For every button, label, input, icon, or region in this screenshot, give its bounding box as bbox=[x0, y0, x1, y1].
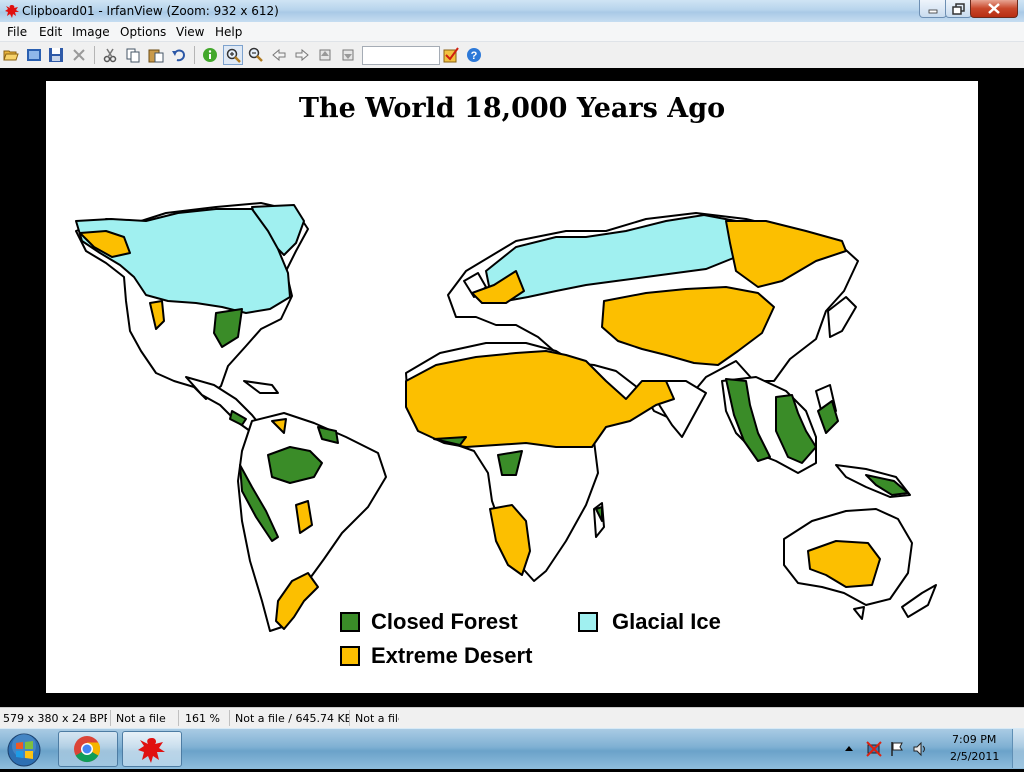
status-dimensions: 579 x 380 x 24 BPP bbox=[3, 712, 107, 725]
toolbar-separator bbox=[94, 46, 95, 64]
action-center-flag-icon[interactable] bbox=[889, 741, 905, 757]
menu-edit[interactable]: Edit bbox=[39, 25, 62, 39]
menu-help[interactable]: Help bbox=[215, 25, 242, 39]
restore-button[interactable] bbox=[945, 0, 972, 18]
status-bar: 579 x 380 x 24 BPP Not a file 161 % Not … bbox=[0, 707, 1024, 729]
volume-icon[interactable] bbox=[912, 741, 928, 757]
checkmark-icon[interactable] bbox=[441, 45, 461, 65]
clock-time[interactable]: 7:09 PM bbox=[952, 733, 996, 746]
taskbar-irfanview-button[interactable] bbox=[122, 731, 182, 767]
open-folder-icon[interactable] bbox=[1, 45, 21, 65]
status-file: Not a file bbox=[116, 712, 166, 725]
irfanview-icon bbox=[138, 738, 165, 763]
paste-icon[interactable] bbox=[146, 45, 166, 65]
legend-label-extreme-desert: Extreme Desert bbox=[371, 643, 533, 668]
legend-swatch-closed-forest bbox=[340, 612, 360, 632]
legend-swatch-extreme-desert bbox=[340, 646, 360, 666]
next-icon[interactable] bbox=[292, 45, 312, 65]
legend-label-closed-forest: Closed Forest bbox=[371, 609, 518, 634]
map-image: The World 18,000 Years Ago Closed Forest… bbox=[46, 81, 978, 693]
show-hidden-icons-icon[interactable] bbox=[844, 741, 860, 757]
toolbar: ? bbox=[0, 42, 1024, 69]
title-bar[interactable]: Clipboard01 - IrfanView (Zoom: 932 x 612… bbox=[0, 0, 1024, 22]
cut-icon[interactable] bbox=[100, 45, 120, 65]
caribbean-land bbox=[243, 380, 279, 394]
network-icon[interactable] bbox=[866, 741, 882, 757]
taskbar-chrome-button[interactable] bbox=[58, 731, 118, 767]
status-extra: Not a file bbox=[355, 712, 399, 725]
zoom-in-icon[interactable] bbox=[223, 45, 243, 65]
status-separator bbox=[110, 710, 111, 726]
save-icon[interactable] bbox=[46, 45, 66, 65]
undo-icon[interactable] bbox=[169, 45, 189, 65]
status-separator bbox=[349, 710, 350, 726]
info-icon[interactable] bbox=[200, 45, 220, 65]
zoom-out-icon[interactable] bbox=[246, 45, 266, 65]
menu-view[interactable]: View bbox=[176, 25, 204, 39]
toolbar-separator bbox=[194, 46, 195, 64]
copy-icon[interactable] bbox=[123, 45, 143, 65]
status-separator bbox=[178, 710, 179, 726]
status-zoom: 161 % bbox=[185, 712, 220, 725]
tasmania-land bbox=[853, 606, 865, 620]
window-title: Clipboard01 - IrfanView (Zoom: 932 x 612… bbox=[22, 4, 279, 18]
svg-text:?: ? bbox=[471, 50, 478, 62]
taskbar bbox=[0, 728, 1024, 769]
chrome-icon bbox=[74, 736, 101, 763]
menu-options[interactable]: Options bbox=[120, 25, 166, 39]
help-icon[interactable]: ? bbox=[464, 45, 484, 65]
last-icon[interactable] bbox=[338, 45, 358, 65]
new-zealand-land bbox=[901, 584, 937, 618]
minimize-button[interactable] bbox=[919, 0, 947, 18]
windows-logo-icon bbox=[7, 733, 41, 767]
menu-file[interactable]: File bbox=[7, 25, 27, 39]
toolbar-input[interactable] bbox=[362, 46, 440, 65]
menu-bar: File Edit Image Options View Help bbox=[0, 22, 1024, 42]
close-button[interactable] bbox=[970, 0, 1018, 18]
delete-icon[interactable] bbox=[69, 45, 89, 65]
irfanview-icon bbox=[5, 5, 19, 18]
clock-date[interactable]: 2/5/2011 bbox=[950, 750, 999, 763]
start-button[interactable] bbox=[6, 732, 42, 768]
show-desktop-button[interactable] bbox=[1012, 729, 1024, 768]
status-file-size: Not a file / 645.74 KB bbox=[235, 712, 349, 725]
thumbnails-icon[interactable] bbox=[24, 45, 44, 65]
legend-swatch-glacial-ice bbox=[578, 612, 598, 632]
menu-image[interactable]: Image bbox=[72, 25, 110, 39]
legend-label-glacial-ice: Glacial Ice bbox=[612, 609, 721, 634]
world-map bbox=[75, 202, 937, 632]
previous-icon[interactable] bbox=[269, 45, 289, 65]
first-icon[interactable] bbox=[315, 45, 335, 65]
status-separator bbox=[229, 710, 230, 726]
